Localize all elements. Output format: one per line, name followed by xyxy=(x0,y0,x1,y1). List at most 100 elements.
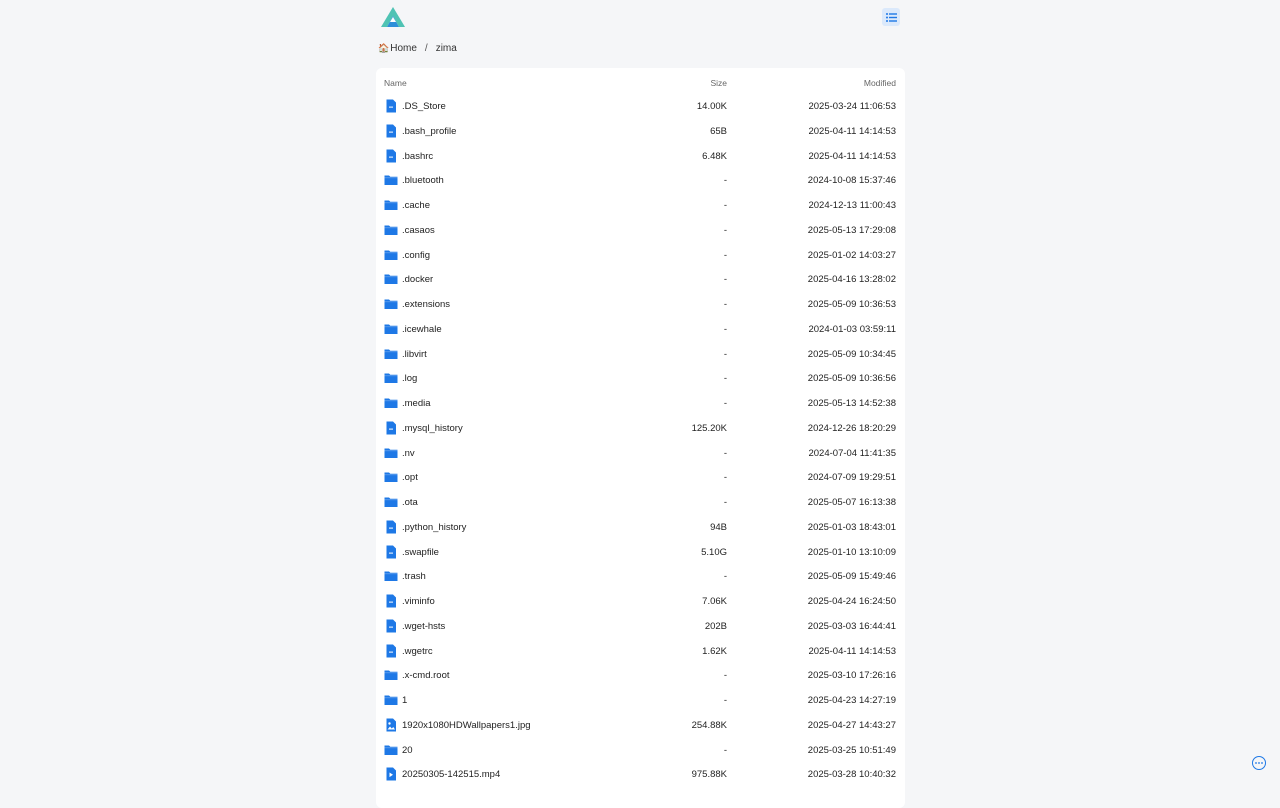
file-modified: 2025-03-10 17:26:16 xyxy=(808,670,896,681)
file-modified: 2025-04-27 14:43:27 xyxy=(808,720,896,731)
file-size: - xyxy=(724,349,727,360)
table-row[interactable]: .swapfile5.10G2025-01-10 13:10:09 xyxy=(376,542,905,567)
table-row[interactable]: .viminfo7.06K2025-04-24 16:24:50 xyxy=(376,591,905,616)
breadcrumb-current[interactable]: zima xyxy=(436,43,457,54)
table-row[interactable]: .opt-2024-07-09 19:29:51 xyxy=(376,467,905,492)
table-row[interactable]: .libvirt-2025-05-09 10:34:45 xyxy=(376,344,905,369)
file-browser: 🏠 Home / zima Name Size Modified .DS_Sto… xyxy=(376,0,905,34)
table-row[interactable]: .python_history94B2025-01-03 18:43:01 xyxy=(376,517,905,542)
table-row[interactable]: .media-2025-05-13 14:52:38 xyxy=(376,393,905,418)
file-name: .python_history xyxy=(402,522,466,533)
column-header-size[interactable]: Size xyxy=(710,78,727,88)
file-name: .docker xyxy=(402,274,433,285)
file-name: .mysql_history xyxy=(402,423,463,434)
file-size: - xyxy=(724,175,727,186)
file-modified: 2024-12-13 11:00:43 xyxy=(808,200,896,211)
table-row[interactable]: .ota-2025-05-07 16:13:38 xyxy=(376,492,905,517)
file-modified: 2025-05-09 10:36:56 xyxy=(808,373,896,384)
table-row[interactable]: .nv-2024-07-04 11:41:35 xyxy=(376,443,905,468)
folder-icon xyxy=(384,223,398,237)
table-row[interactable]: .bashrc6.48K2025-04-11 14:14:53 xyxy=(376,146,905,171)
file-modified: 2025-04-16 13:28:02 xyxy=(808,274,896,285)
table-row[interactable]: .log-2025-05-09 10:36:56 xyxy=(376,368,905,393)
table-row[interactable]: .casaos-2025-05-13 17:29:08 xyxy=(376,220,905,245)
table-row[interactable]: .mysql_history125.20K2024-12-26 18:20:29 xyxy=(376,418,905,443)
file-name: .icewhale xyxy=(402,324,442,335)
more-options-button[interactable] xyxy=(1252,756,1266,770)
file-icon xyxy=(384,99,398,113)
file-size: 202B xyxy=(705,621,727,632)
file-icon xyxy=(384,520,398,534)
folder-icon xyxy=(384,198,398,212)
breadcrumb-separator: / xyxy=(425,43,428,54)
file-name: 20250305-142515.mp4 xyxy=(402,769,500,780)
file-size: 14.00K xyxy=(697,101,727,112)
file-modified: 2024-10-08 15:37:46 xyxy=(808,175,896,186)
file-icon xyxy=(384,619,398,633)
file-name: .nv xyxy=(402,448,415,459)
folder-icon xyxy=(384,396,398,410)
column-header-modified[interactable]: Modified xyxy=(864,78,896,88)
file-modified: 2024-01-03 03:59:11 xyxy=(808,324,896,335)
table-header: Name Size Modified xyxy=(376,68,905,96)
file-name: .cache xyxy=(402,200,430,211)
file-modified: 2025-01-03 18:43:01 xyxy=(808,522,896,533)
file-size: 1.62K xyxy=(702,646,727,657)
file-size: 65B xyxy=(710,126,727,137)
file-size: - xyxy=(724,299,727,310)
file-name: .libvirt xyxy=(402,349,427,360)
file-icon xyxy=(384,149,398,163)
file-size: 6.48K xyxy=(702,151,727,162)
table-row[interactable]: .bash_profile 65B 2025-04-11 14:14:53 xyxy=(376,121,905,146)
file-name: 20 xyxy=(402,745,413,756)
logo-icon xyxy=(380,6,406,28)
file-modified: 2025-05-07 16:13:38 xyxy=(808,497,896,508)
table-row[interactable]: 20-2025-03-25 10:51:49 xyxy=(376,740,905,765)
folder-icon xyxy=(384,743,398,757)
folder-icon xyxy=(384,446,398,460)
file-size: - xyxy=(724,274,727,285)
table-row[interactable]: .DS_Store14.00K2025-03-24 11:06:53 xyxy=(376,96,905,121)
file-modified: 2025-04-11 14:14:53 xyxy=(808,126,896,137)
table-row[interactable]: 1-2025-04-23 14:27:19 xyxy=(376,690,905,715)
table-row[interactable]: .cache-2024-12-13 11:00:43 xyxy=(376,195,905,220)
file-modified: 2025-05-09 15:49:46 xyxy=(808,571,896,582)
list-view-toggle-button[interactable] xyxy=(882,8,900,26)
folder-icon xyxy=(384,371,398,385)
file-name: .bash_profile xyxy=(402,126,456,137)
file-size: - xyxy=(724,497,727,508)
file-size: - xyxy=(724,695,727,706)
file-modified: 2025-05-09 10:36:53 xyxy=(808,299,896,310)
table-row[interactable]: .wget-hsts202B2025-03-03 16:44:41 xyxy=(376,616,905,641)
folder-icon xyxy=(384,569,398,583)
breadcrumb-home-link[interactable]: 🏠 Home xyxy=(378,43,417,54)
file-icon xyxy=(384,594,398,608)
table-row[interactable]: .bluetooth-2024-10-08 15:37:46 xyxy=(376,170,905,195)
file-size: - xyxy=(724,250,727,261)
file-modified: 2024-07-09 19:29:51 xyxy=(808,472,896,483)
folder-icon xyxy=(384,470,398,484)
table-row[interactable]: .x-cmd.root-2025-03-10 17:26:16 xyxy=(376,665,905,690)
table-row[interactable]: 1920x1080HDWallpapers1.jpg254.88K2025-04… xyxy=(376,715,905,740)
file-modified: 2025-01-02 14:03:27 xyxy=(808,250,896,261)
table-row[interactable]: .wgetrc1.62K2025-04-11 14:14:53 xyxy=(376,641,905,666)
list-icon xyxy=(886,13,897,22)
file-size: - xyxy=(724,324,727,335)
file-name: .trash xyxy=(402,571,426,582)
table-row[interactable]: .extensions-2025-05-09 10:36:53 xyxy=(376,294,905,319)
image-file-icon xyxy=(384,718,398,732)
table-row[interactable]: .config-2025-01-02 14:03:27 xyxy=(376,245,905,270)
table-row[interactable]: .docker - 2025-04-16 13:28:02 xyxy=(376,269,905,294)
file-modified: 2024-12-26 18:20:29 xyxy=(808,423,896,434)
folder-icon xyxy=(384,272,398,286)
folder-icon xyxy=(384,347,398,361)
file-name: .wget-hsts xyxy=(402,621,445,632)
table-row[interactable]: .icewhale - 2024-01-03 03:59:11 xyxy=(376,319,905,344)
file-icon xyxy=(384,124,398,138)
folder-icon xyxy=(384,322,398,336)
file-modified: 2024-07-04 11:41:35 xyxy=(808,448,896,459)
file-modified: 2025-03-25 10:51:49 xyxy=(808,745,896,756)
column-header-name[interactable]: Name xyxy=(384,78,407,88)
table-row[interactable]: 20250305-142515.mp4975.88K2025-03-28 10:… xyxy=(376,764,905,789)
table-row[interactable]: .trash-2025-05-09 15:49:46 xyxy=(376,566,905,591)
